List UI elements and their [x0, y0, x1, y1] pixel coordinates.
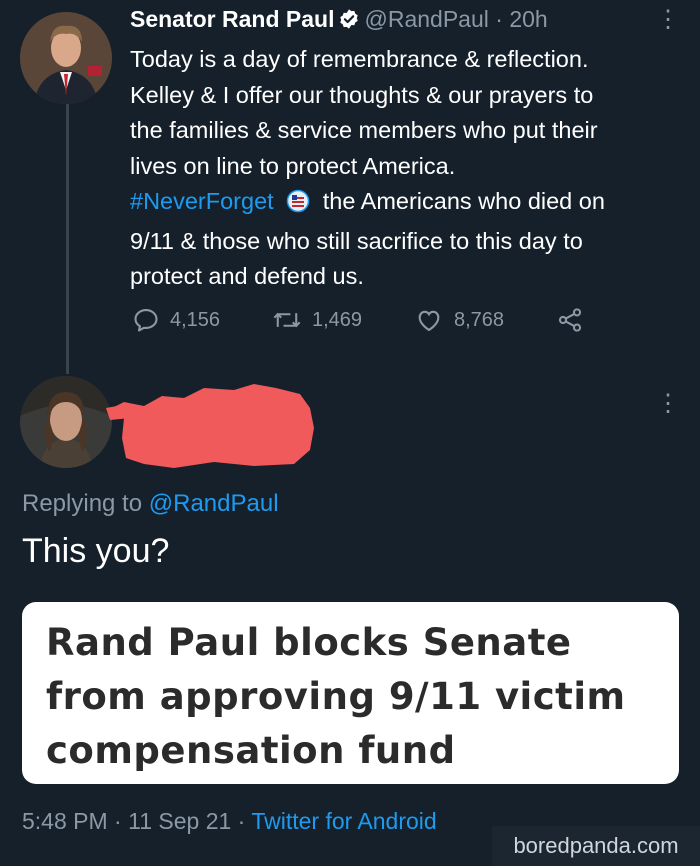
- like-count: 8,768: [454, 308, 505, 331]
- tweet-line: protect and defend us.: [130, 263, 364, 289]
- headline-line: compensation fund: [46, 729, 456, 772]
- meta-separator: ·: [495, 6, 503, 32]
- replying-to-label: Replying to: [22, 490, 143, 517]
- like-action[interactable]: 8,768: [414, 306, 504, 334]
- thread-line: [66, 104, 69, 374]
- headline-text: Rand Paul blocks Senate from approving 9…: [46, 616, 666, 778]
- reply-time: 5:48 PM: [22, 808, 108, 834]
- hashtag-emoji-icon: [286, 188, 310, 224]
- redacted-username: [104, 378, 318, 470]
- headline-image[interactable]: Rand Paul blocks Senate from approving 9…: [22, 602, 679, 784]
- reply-date: 11 Sep 21: [128, 808, 232, 834]
- replier-avatar[interactable]: [20, 376, 112, 468]
- retweet-count: 1,469: [312, 308, 363, 331]
- heart-icon: [418, 310, 440, 332]
- replying-to: Replying to @RandPaul: [22, 490, 279, 518]
- tweet-time[interactable]: 20h: [509, 6, 547, 32]
- reply-more-options-icon[interactable]: ⋮: [656, 392, 680, 416]
- author-avatar[interactable]: [20, 12, 112, 104]
- headline-line: from approving 9/11 victim: [46, 675, 626, 718]
- share-action[interactable]: [556, 306, 584, 334]
- reply-meta: 5:48 PM · 11 Sep 21 · Twitter for Androi…: [22, 808, 437, 835]
- author-handle[interactable]: @RandPaul: [364, 6, 488, 32]
- retweet-icon: [273, 312, 301, 328]
- client-link[interactable]: Twitter for Android: [251, 808, 436, 834]
- tweet-line: lives on line to protect America.: [130, 152, 456, 179]
- watermark: boredpanda.com: [492, 826, 700, 866]
- tweet-line: 9/11 & those who still sacrifice to this…: [130, 227, 583, 254]
- hashtag-link[interactable]: #NeverForget: [130, 188, 274, 214]
- meta-separator: ·: [237, 808, 246, 834]
- tweet-line: the Americans who died on: [322, 188, 605, 214]
- author-name[interactable]: Senator Rand Paul: [130, 6, 334, 32]
- tweet-line: Today is a day of remembrance & reflecti…: [130, 46, 589, 72]
- tweet-text: Today is a day of remembrance & reflecti…: [130, 42, 690, 295]
- tweet-line: the families & service members who put t…: [130, 117, 598, 143]
- retweet-action[interactable]: 1,469: [272, 306, 362, 334]
- reply-count: 4,156: [170, 308, 221, 331]
- tweet-line: Kelley & I offer our thoughts & our pray…: [130, 81, 594, 108]
- verified-badge-icon: [338, 8, 360, 36]
- meta-separator: ·: [114, 808, 122, 834]
- replying-to-handle[interactable]: @RandPaul: [149, 490, 279, 517]
- share-icon: [558, 308, 582, 332]
- reply-icon: [134, 309, 158, 332]
- more-options-icon[interactable]: ⋮: [656, 8, 680, 32]
- reply-action[interactable]: 4,156: [132, 306, 220, 334]
- headline-line: Rand Paul blocks Senate: [46, 621, 572, 664]
- tweet-header: Senator Rand Paul @RandPaul · 20h: [130, 6, 548, 36]
- reply-text: This you?: [22, 532, 170, 570]
